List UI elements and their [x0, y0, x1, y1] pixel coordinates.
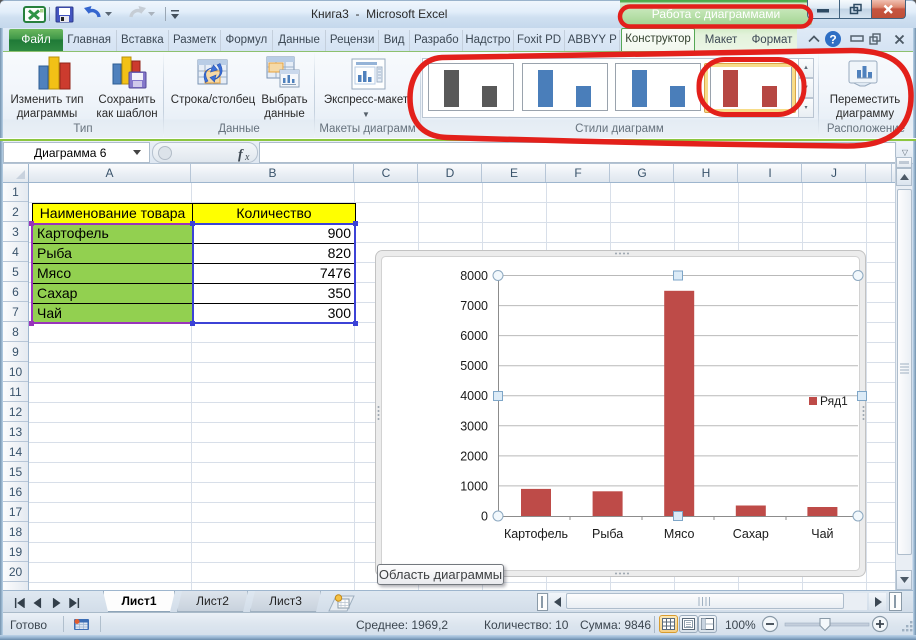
- svg-text:8000: 8000: [460, 269, 488, 283]
- svg-text:0: 0: [481, 510, 488, 524]
- svg-text:?: ?: [829, 33, 836, 47]
- svg-text:6000: 6000: [460, 329, 488, 343]
- svg-text:2000: 2000: [460, 449, 488, 463]
- svg-text:3000: 3000: [460, 419, 488, 433]
- svg-text:x: x: [244, 152, 250, 162]
- svg-text:Сахар: Сахар: [733, 527, 769, 541]
- svg-text:Чай: Чай: [811, 527, 833, 541]
- svg-text:Мясо: Мясо: [664, 527, 695, 541]
- svg-text:Ряд1: Ряд1: [820, 394, 848, 408]
- svg-text:5000: 5000: [460, 359, 488, 373]
- svg-text:4000: 4000: [460, 389, 488, 403]
- svg-text:f: f: [238, 148, 244, 163]
- svg-text:Рыба: Рыба: [592, 527, 623, 541]
- svg-text:7000: 7000: [460, 299, 488, 313]
- svg-text:Картофель: Картофель: [504, 527, 568, 541]
- svg-text:1000: 1000: [460, 479, 488, 493]
